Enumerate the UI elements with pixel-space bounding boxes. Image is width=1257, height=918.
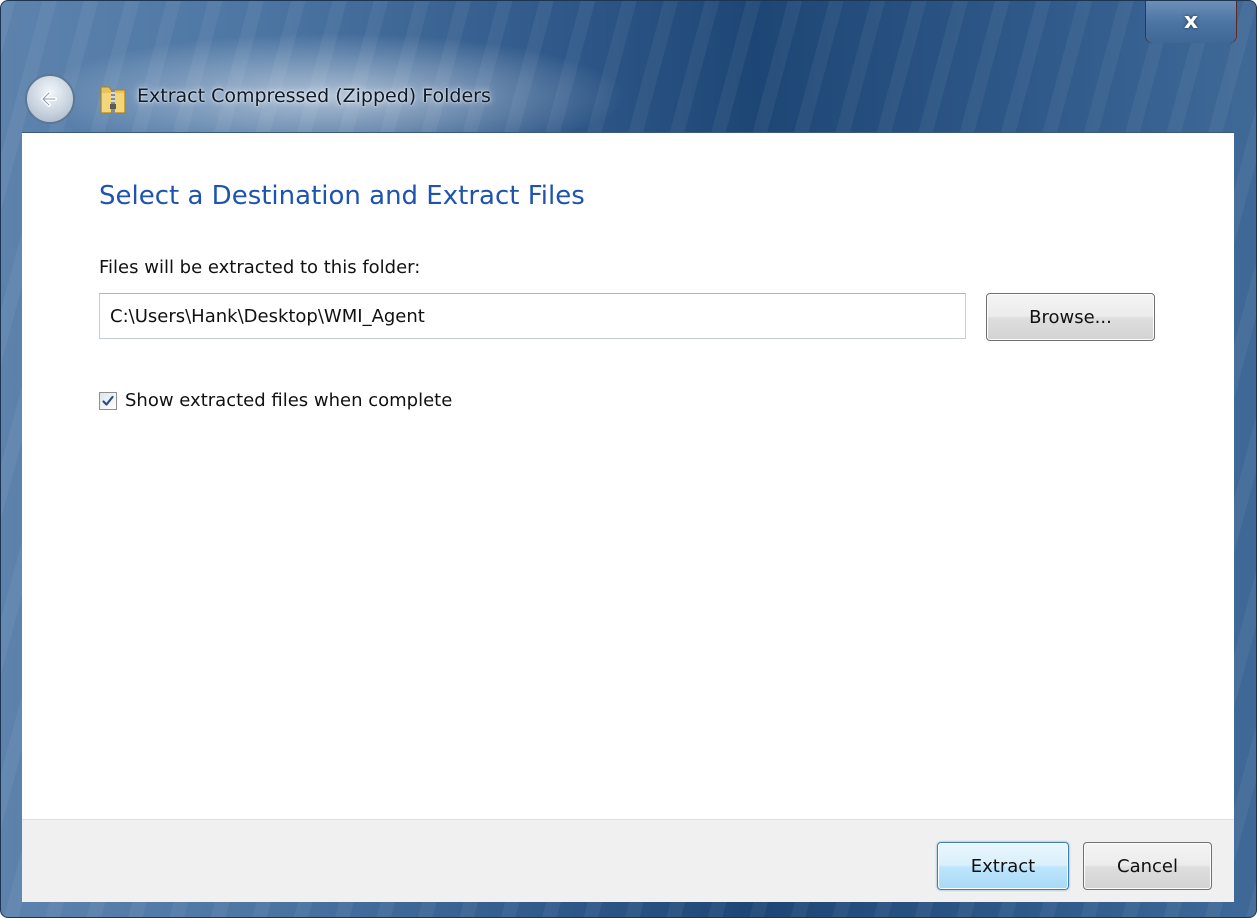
- extract-button[interactable]: Extract: [937, 842, 1069, 890]
- close-button[interactable]: x: [1145, 1, 1237, 43]
- zip-folder-icon: [100, 86, 126, 114]
- window-title: Extract Compressed (Zipped) Folders: [137, 85, 491, 107]
- back-button[interactable]: [25, 74, 75, 124]
- check-icon: [102, 395, 114, 406]
- back-arrow-icon: [41, 91, 57, 107]
- wizard-content: Select a Destination and Extract Files F…: [22, 132, 1234, 820]
- cancel-button[interactable]: Cancel: [1083, 842, 1212, 890]
- destination-path-input[interactable]: [99, 293, 966, 339]
- dialog-window: x Extract Compressed (Zipped) Folders Se…: [0, 0, 1257, 918]
- show-files-checkbox[interactable]: [99, 391, 117, 410]
- show-files-label: Show extracted files when complete: [125, 390, 453, 411]
- destination-label: Files will be extracted to this folder:: [99, 257, 421, 278]
- close-button-face: x: [1146, 1, 1236, 43]
- close-icon: x: [1183, 9, 1199, 34]
- button-bar: Extract Cancel: [22, 819, 1234, 902]
- window-bottom-frame: [1, 901, 1256, 917]
- browse-button[interactable]: Browse...: [986, 293, 1155, 341]
- show-files-option[interactable]: Show extracted files when complete: [99, 390, 452, 411]
- wizard-heading: Select a Destination and Extract Files: [99, 181, 585, 211]
